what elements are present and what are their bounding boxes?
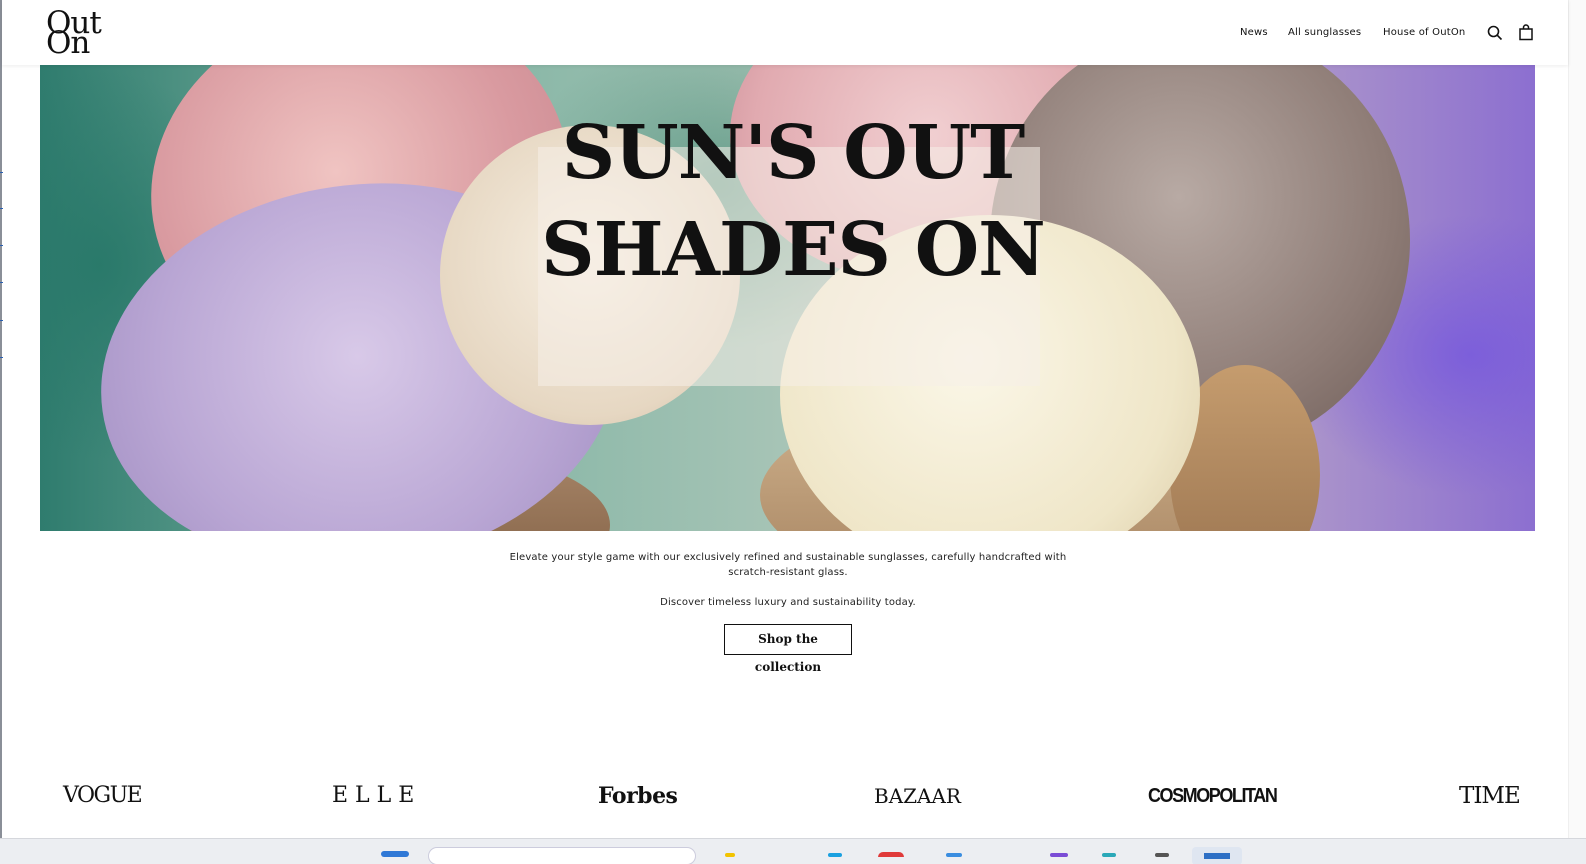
nav-news[interactable]: News <box>1240 26 1268 40</box>
taskbar-app-icon[interactable] <box>1155 853 1169 857</box>
brand-logo[interactable]: Out On <box>46 8 116 60</box>
intro-paragraph: Elevate your style game with our exclusi… <box>509 552 1067 578</box>
taskbar-active-app-icon[interactable] <box>1192 847 1242 864</box>
intro-tagline: Discover timeless luxury and sustainabil… <box>660 597 916 608</box>
hero-headline-line-1: SUN'S OUT <box>561 110 1026 196</box>
press-logo-cosmopolitan: COSMOPOLITAN <box>1148 785 1278 807</box>
press-logo-vogue: VOGUE <box>63 783 143 808</box>
press-logo-time: TIME <box>1459 783 1521 809</box>
press-logo-elle: ELLE <box>332 783 422 808</box>
nav-house-of-outon[interactable]: House of OutOn <box>1383 26 1465 40</box>
press-logo-forbes: Forbes <box>598 783 678 809</box>
search-icon[interactable] <box>1486 24 1504 42</box>
shopping-bag-icon[interactable] <box>1517 24 1535 42</box>
press-logo-bazaar: BAZAAR <box>874 784 961 808</box>
hero-headline-line-2: SHADES ON <box>541 207 1046 293</box>
taskbar-app-icon[interactable] <box>725 853 735 857</box>
taskbar-app-icon[interactable] <box>878 852 904 857</box>
taskbar-app-icon[interactable] <box>1050 853 1068 857</box>
taskbar-app-icon[interactable] <box>828 853 842 857</box>
taskbar-app-icon[interactable] <box>946 853 962 857</box>
start-icon[interactable] <box>381 851 409 857</box>
taskbar-search-input[interactable] <box>428 847 696 864</box>
logo-line-2: On <box>46 25 90 61</box>
os-taskbar <box>0 838 1586 864</box>
nav-all-sunglasses[interactable]: All sunglasses <box>1288 26 1361 40</box>
shop-collection-button[interactable]: Shop the collection <box>724 624 852 674</box>
taskbar-app-icon[interactable] <box>1102 853 1116 857</box>
site-header: Out On News All sunglasses House of OutO… <box>2 0 1568 65</box>
